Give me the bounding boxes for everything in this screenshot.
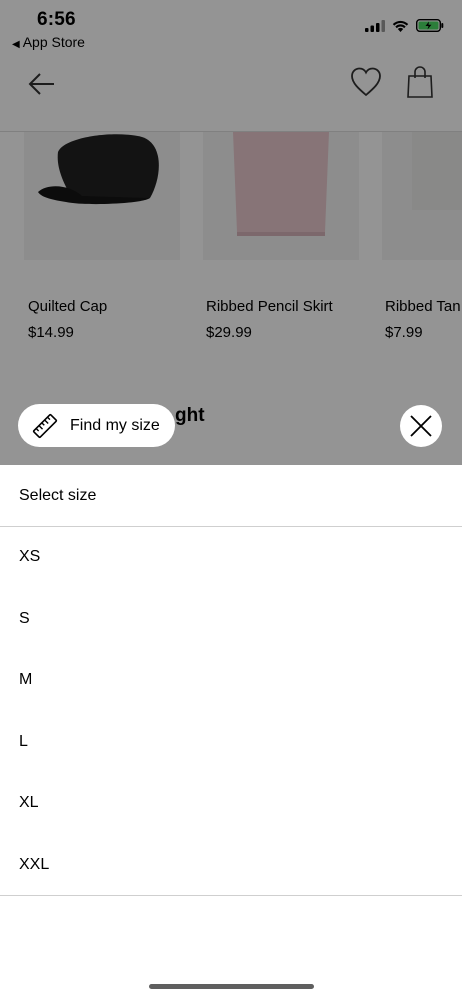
size-option-label: L xyxy=(19,733,28,750)
ruler-icon xyxy=(32,413,58,438)
size-selector-sheet: Select size XS S M L XL XXL xyxy=(0,465,462,1000)
divider xyxy=(0,895,462,896)
size-option-label: XS xyxy=(19,548,41,565)
size-option-label: XXL xyxy=(19,856,50,873)
size-option-xxl[interactable]: XXL xyxy=(0,835,462,895)
size-option-m[interactable]: M xyxy=(0,650,462,710)
close-button[interactable] xyxy=(400,405,442,447)
find-my-size-button[interactable]: Find my size xyxy=(18,404,175,447)
size-option-s[interactable]: S xyxy=(0,589,462,649)
sheet-title: Select size xyxy=(19,487,97,504)
size-option-xl[interactable]: XL xyxy=(0,773,462,833)
size-option-xs[interactable]: XS xyxy=(0,527,462,587)
home-indicator[interactable] xyxy=(149,984,314,989)
size-option-label: M xyxy=(19,671,33,688)
close-icon xyxy=(410,415,432,437)
size-option-label: XL xyxy=(19,794,39,811)
size-option-l[interactable]: L xyxy=(0,712,462,772)
find-my-size-label: Find my size xyxy=(70,416,160,434)
size-option-label: S xyxy=(19,610,30,627)
